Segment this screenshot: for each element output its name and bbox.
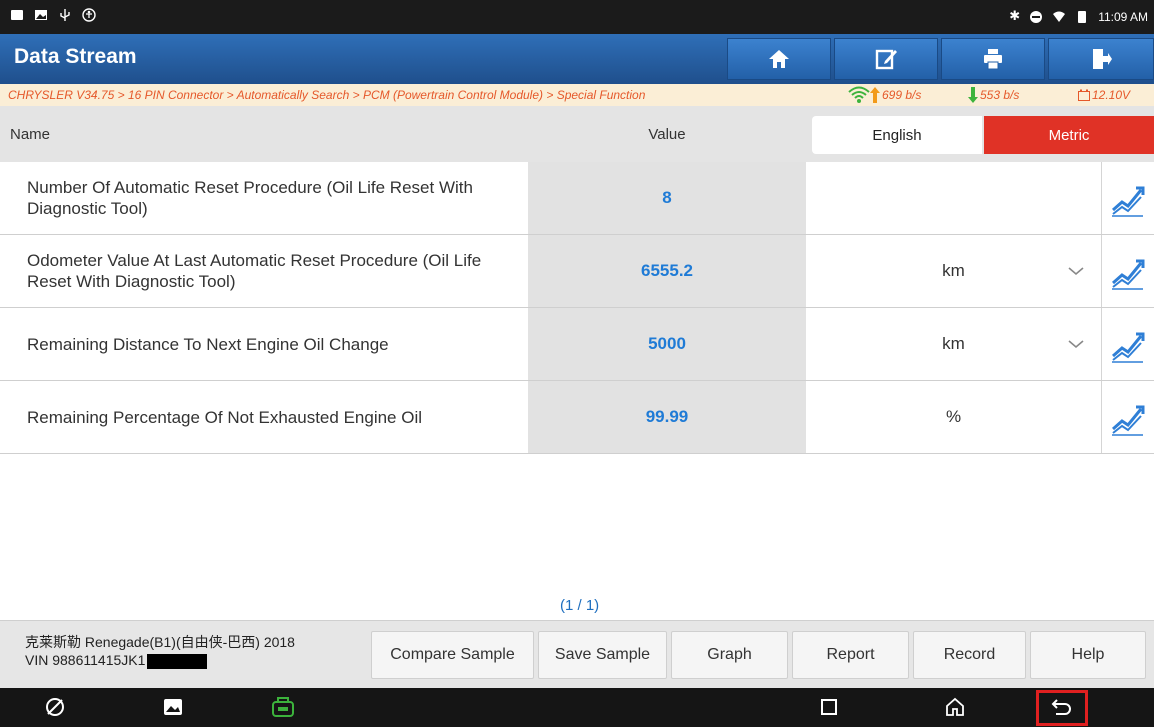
- vci-icon[interactable]: [270, 696, 296, 718]
- row-name: Remaining Distance To Next Engine Oil Ch…: [27, 334, 389, 354]
- status-bar: ✱ 11:09 AM: [0, 0, 1154, 34]
- back-button-highlight: [1036, 690, 1088, 726]
- help-button[interactable]: Help: [1030, 631, 1146, 679]
- chevron-down-icon[interactable]: [1066, 261, 1086, 281]
- unit-toggle: English Metric: [812, 116, 1154, 154]
- exit-button[interactable]: [1048, 38, 1154, 80]
- vin-redaction: [147, 653, 208, 669]
- english-unit-button[interactable]: English: [812, 116, 982, 154]
- breadcrumb-bar: CHRYSLER V34.75 > 16 PIN Connector > Aut…: [0, 84, 1154, 106]
- chevron-down-icon[interactable]: [1066, 334, 1086, 354]
- vehicle-model: 克莱斯勒 Renegade(B1)(自由侠-巴西) 2018: [25, 634, 295, 650]
- edit-button[interactable]: [834, 38, 938, 80]
- metric-unit-button[interactable]: Metric: [984, 116, 1154, 154]
- recent-apps-icon[interactable]: [818, 696, 840, 718]
- row-unit: km: [806, 235, 1102, 307]
- table-row[interactable]: Odometer Value At Last Automatic Reset P…: [0, 235, 1154, 308]
- row-value: 99.99: [528, 381, 806, 453]
- upload-arrow-icon: [870, 87, 880, 103]
- graph-icon[interactable]: [1108, 180, 1146, 218]
- row-unit: [806, 162, 1102, 234]
- vehicle-vin: VIN 988611415JK1: [25, 652, 146, 668]
- breadcrumb: CHRYSLER V34.75 > 16 PIN Connector > Aut…: [8, 88, 646, 102]
- dnd-icon: [1030, 10, 1043, 23]
- graph-icon[interactable]: [1108, 326, 1146, 364]
- graph-button[interactable]: Graph: [671, 631, 788, 679]
- row-name: Odometer Value At Last Automatic Reset P…: [27, 251, 482, 291]
- title-bar: Data Stream: [0, 34, 1154, 84]
- wifi-icon: [1053, 11, 1066, 22]
- usb-icon: [60, 9, 70, 21]
- bluetooth-icon: ✱: [1009, 9, 1021, 24]
- row-name: Number Of Automatic Reset Procedure (Oil…: [27, 178, 473, 218]
- page-title: Data Stream: [14, 45, 137, 68]
- table-row[interactable]: Number Of Automatic Reset Procedure (Oil…: [0, 162, 1154, 235]
- wifi-signal-icon: [848, 86, 870, 103]
- status-right-icons: ✱ 11:09 AM: [1009, 9, 1148, 24]
- graph-icon[interactable]: [1108, 399, 1146, 437]
- bottom-toolbar: 克莱斯勒 Renegade(B1)(自由侠-巴西) 2018 VIN 98861…: [0, 620, 1154, 688]
- column-header-name: Name: [10, 126, 51, 143]
- print-icon: [984, 49, 1002, 70]
- vehicle-vin-line: VIN 988611415JK1: [25, 651, 295, 669]
- battery-voltage: 12.10V: [1092, 88, 1131, 102]
- compare-sample-button[interactable]: Compare Sample: [371, 631, 534, 679]
- table-row[interactable]: Remaining Distance To Next Engine Oil Ch…: [0, 308, 1154, 381]
- home-button[interactable]: [727, 38, 831, 80]
- row-value: 8: [528, 162, 806, 234]
- download-rate: 553 b/s: [980, 88, 1020, 102]
- gallery-icon[interactable]: [162, 696, 184, 718]
- column-header-value: Value: [648, 126, 686, 143]
- edit-icon: [875, 49, 897, 70]
- table-header: Name Value English Metric: [0, 106, 1154, 162]
- vehicle-info: 克莱斯勒 Renegade(B1)(自由侠-巴西) 2018 VIN 98861…: [25, 633, 295, 669]
- status-time: 11:09 AM: [1098, 9, 1148, 24]
- row-unit: km: [806, 308, 1102, 380]
- browser-icon[interactable]: [44, 696, 66, 718]
- print-button[interactable]: [941, 38, 1045, 80]
- row-unit: %: [806, 381, 1102, 453]
- report-button[interactable]: Report: [792, 631, 909, 679]
- record-button[interactable]: Record: [913, 631, 1026, 679]
- phone-status-icon: [11, 10, 23, 20]
- battery-icon: [1078, 10, 1087, 23]
- navigation-bar: [0, 688, 1154, 727]
- accessibility-icon: [82, 8, 96, 22]
- page-indicator: (1 / 1): [560, 597, 600, 614]
- exit-icon: [1093, 49, 1112, 69]
- row-value: 5000: [528, 308, 806, 380]
- table-row[interactable]: Remaining Percentage Of Not Exhausted En…: [0, 381, 1154, 454]
- data-stream-list: Number Of Automatic Reset Procedure (Oil…: [0, 162, 1154, 454]
- save-sample-button[interactable]: Save Sample: [538, 631, 667, 679]
- home-icon: [769, 50, 789, 68]
- upload-rate: 699 b/s: [882, 88, 922, 102]
- battery-voltage-icon: [1078, 89, 1090, 101]
- home-nav-icon[interactable]: [944, 696, 966, 718]
- image-status-icon: [35, 10, 47, 20]
- row-value: 6555.2: [528, 235, 806, 307]
- download-arrow-icon: [968, 87, 978, 103]
- graph-icon[interactable]: [1108, 253, 1146, 291]
- status-left-icons: [10, 8, 96, 22]
- row-name: Remaining Percentage Of Not Exhausted En…: [27, 407, 423, 427]
